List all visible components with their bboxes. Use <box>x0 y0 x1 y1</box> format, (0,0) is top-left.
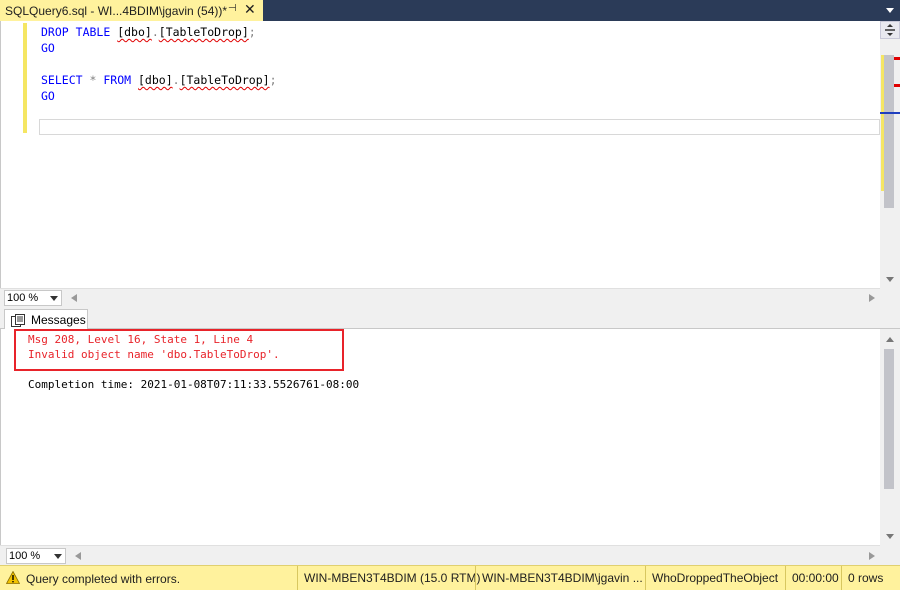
status-database: WhoDroppedTheObject <box>645 566 785 590</box>
status-database-text: WhoDroppedTheObject <box>652 571 779 585</box>
editor-vertical-scrollbar[interactable] <box>880 21 900 288</box>
scroll-right-icon[interactable] <box>868 551 876 561</box>
current-line-highlight <box>39 119 880 135</box>
status-user-text: WIN-MBEN3T4BDIM\jgavin ... <box>482 571 643 585</box>
tab-list-dropdown-icon[interactable] <box>884 4 896 16</box>
scrollbar-corner <box>880 288 900 306</box>
messages-icon <box>11 313 25 327</box>
messages-vertical-scrollbar[interactable] <box>880 329 900 545</box>
scrollbar-corner <box>880 545 900 565</box>
status-bar: Query completed with errors. WIN-MBEN3T4… <box>0 565 900 590</box>
messages-pane[interactable]: Msg 208, Level 16, State 1, Line 4 Invali… <box>0 329 880 545</box>
status-elapsed: 00:00:00 <box>785 566 841 590</box>
query-editor[interactable]: DROP TABLE [dbo].[TableToDrop]; GO SELECT … <box>0 21 900 288</box>
code-line: GO <box>41 40 277 56</box>
code-token: . <box>151 25 159 39</box>
scrollbar-error-marker <box>894 84 900 87</box>
scroll-left-icon[interactable] <box>70 293 78 303</box>
pin-icon[interactable]: ⊣ <box>228 3 237 14</box>
editor-zoom-value: 100 % <box>7 292 39 304</box>
message-line: Invalid object name 'dbo.TableToDrop'. <box>28 348 280 361</box>
messages-zoom-value: 100 % <box>9 550 41 562</box>
messages-zoom-select[interactable]: 100 % <box>6 548 66 564</box>
message-line: Msg 208, Level 16, State 1, Line 4 <box>28 333 254 346</box>
scroll-down-icon[interactable] <box>885 273 895 283</box>
code-token: FROM <box>103 73 132 87</box>
status-rows-text: 0 rows <box>848 571 884 585</box>
editor-bottom-bar: 100 % <box>0 288 880 306</box>
code-token: SELECT <box>41 73 83 87</box>
status-server: WIN-MBEN3T4BDIM (15.0 RTM) <box>297 566 480 590</box>
document-tab-strip: SQLQuery6.sql - WI...4BDIM\jgavin (54))*… <box>0 0 900 21</box>
status-user: WIN-MBEN3T4BDIM\jgavin ... <box>475 566 645 590</box>
results-tab-strip: Messages <box>0 306 900 330</box>
scrollbar-caret-marker <box>880 112 900 114</box>
editor-scroll-thumb[interactable] <box>884 55 894 208</box>
code-area[interactable]: DROP TABLE [dbo].[TableToDrop]; GO SELECT … <box>41 24 277 120</box>
scroll-up-icon[interactable] <box>885 335 895 345</box>
messages-scroll-thumb[interactable] <box>884 349 894 489</box>
status-elapsed-text: 00:00:00 <box>792 571 839 585</box>
code-token: [dbo] <box>117 25 152 39</box>
code-line: GO <box>41 88 277 104</box>
status-message: Query completed with errors. <box>26 572 181 586</box>
messages-bottom-bar: 100 % <box>0 545 880 565</box>
code-token: [dbo] <box>138 73 173 87</box>
scroll-left-icon[interactable] <box>74 551 82 561</box>
scrollbar-error-marker <box>894 57 900 60</box>
code-token: DROP <box>41 25 69 39</box>
code-token: ; <box>269 73 277 87</box>
code-token: [TableToDrop] <box>179 73 270 87</box>
code-line: SELECT * FROM [dbo].[TableToDrop]; <box>41 72 277 88</box>
message-line: Completion time: 2021-01-08T07:11:33.552… <box>28 378 360 391</box>
editor-zoom-select[interactable]: 100 % <box>4 290 62 306</box>
code-token: ; <box>248 25 256 39</box>
messages-text: Msg 208, Level 16, State 1, Line 4 Invali… <box>28 332 359 392</box>
close-icon[interactable]: ✕ <box>244 1 256 18</box>
code-token: TABLE <box>75 25 111 39</box>
tab-messages[interactable]: Messages <box>4 309 88 330</box>
code-token: [TableToDrop] <box>158 25 249 39</box>
warning-icon <box>6 571 20 584</box>
message-line <box>28 362 359 377</box>
chevron-down-icon <box>50 296 58 301</box>
document-tab-title: SQLQuery6.sql - WI...4BDIM\jgavin (54))* <box>5 3 228 18</box>
scroll-right-icon[interactable] <box>868 293 876 303</box>
code-line: DROP TABLE [dbo].[TableToDrop]; <box>41 24 277 40</box>
status-rows: 0 rows <box>841 566 900 590</box>
split-window-icon[interactable] <box>880 21 900 39</box>
messages-tab-label: Messages <box>31 313 86 327</box>
chevron-down-icon <box>54 554 62 559</box>
code-token: . <box>172 73 180 87</box>
status-server-text: WIN-MBEN3T4BDIM (15.0 RTM) <box>304 571 481 585</box>
code-token: GO <box>41 41 55 55</box>
scroll-down-icon[interactable] <box>885 531 895 541</box>
document-tab[interactable]: SQLQuery6.sql - WI...4BDIM\jgavin (54))*… <box>0 0 263 21</box>
change-tracking-margin <box>23 23 27 133</box>
code-token: GO <box>41 89 55 103</box>
